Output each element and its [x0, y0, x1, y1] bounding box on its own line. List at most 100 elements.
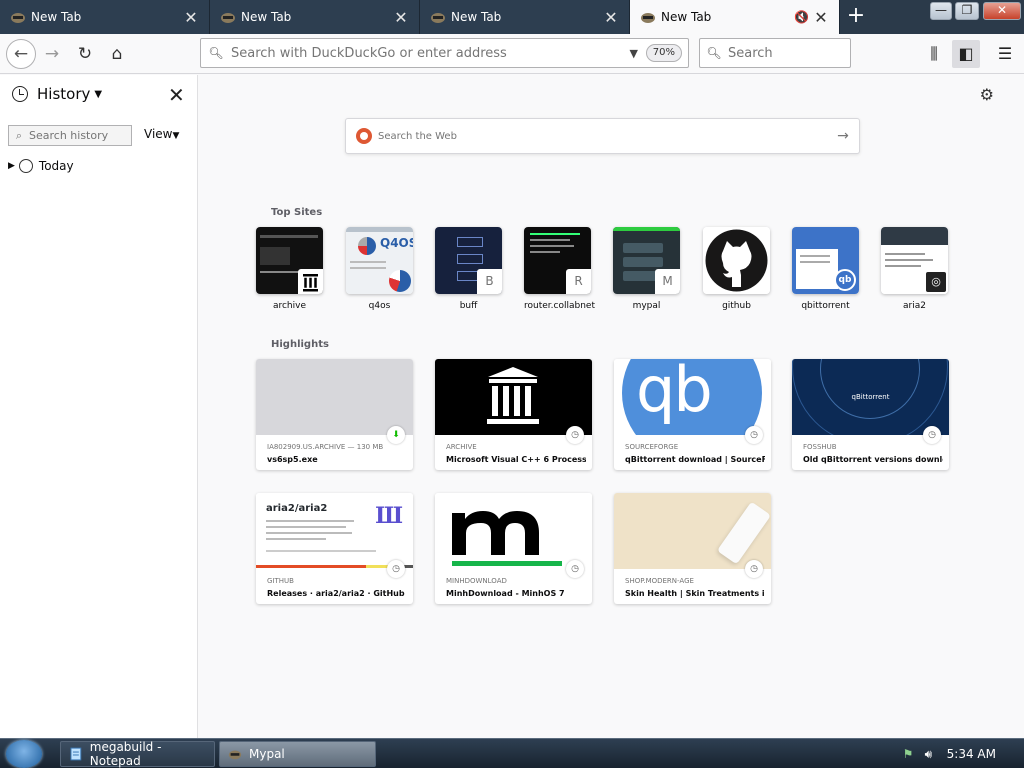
history-sidebar: History ▼ ✕ ⌕ View▼ ▶ Today: [0, 75, 198, 738]
tab-3[interactable]: New Tab ✕: [420, 0, 630, 34]
sidebar-toggle-icon[interactable]: ◧: [952, 40, 980, 68]
taskbar-item-mypal[interactable]: Mypal: [219, 741, 376, 767]
address-bar[interactable]: 🔍︎ ▼ 70%: [200, 38, 689, 68]
highlight-title: qBittorrent download | SourceFor...: [625, 455, 765, 464]
history-search-box[interactable]: ⌕: [8, 125, 132, 146]
site-letter: M: [655, 269, 680, 294]
qbittorrent-logo-text: qb: [636, 359, 713, 426]
new-tab-button[interactable]: +: [843, 4, 869, 30]
site-thumbnail: M: [613, 227, 680, 294]
highlight-title: Old qBittorrent versions download: [803, 455, 943, 464]
reload-button[interactable]: ↻: [71, 40, 99, 68]
maximize-button[interactable]: ❐: [955, 2, 979, 20]
site-label: router.collabnet: [524, 301, 595, 311]
start-button[interactable]: [6, 740, 42, 768]
top-sites-heading: Top Sites: [271, 207, 323, 218]
forward-button[interactable]: →: [38, 40, 66, 68]
site-label: buff: [459, 301, 478, 311]
highlight-title: Releases · aria2/aria2 · GitHub: [267, 589, 405, 598]
tab-close-button[interactable]: ✕: [601, 8, 621, 27]
site-letter: B: [477, 269, 502, 294]
tab-close-button[interactable]: ✕: [391, 8, 411, 27]
top-site-buff[interactable]: B buff: [435, 227, 502, 311]
sidebar-header[interactable]: History ▼: [12, 85, 102, 103]
highlight-card[interactable]: qb ◷ SOURCEFORGE qBittorrent download | …: [614, 359, 771, 470]
qbittorrent-logo-text: qBittorrent: [851, 393, 890, 401]
zoom-level-badge[interactable]: 70%: [645, 44, 682, 62]
tab-title: New Tab: [661, 10, 712, 24]
navigation-toolbar: ← → ↻ ⌂ 🔍︎ ▼ 70% 🔍︎ ⫼ ◧ ☰: [0, 34, 1024, 74]
site-label: mypal: [632, 301, 661, 311]
taskbar-item-notepad[interactable]: megabuild - Notepad: [60, 740, 215, 768]
highlights-heading: Highlights: [271, 339, 329, 350]
highlight-image: qb: [614, 359, 771, 435]
tab-1[interactable]: New Tab ✕: [0, 0, 210, 34]
tab-title: New Tab: [31, 10, 82, 24]
back-button[interactable]: ←: [6, 39, 36, 69]
history-group-label: Today: [38, 159, 74, 173]
highlight-image: [435, 493, 592, 569]
close-window-button[interactable]: ✕: [983, 2, 1021, 20]
highlight-card[interactable]: ◷ MINHDOWNLOAD MinhDownload - MinhOS 7: [435, 493, 592, 604]
highlight-card[interactable]: ◷ SHOP.MODERN-AGE Skin Health | Skin Tre…: [614, 493, 771, 604]
highlight-image: qBittorrent: [792, 359, 949, 435]
highlight-title: MinhDownload - MinhOS 7: [446, 589, 565, 598]
view-label: View: [144, 127, 173, 141]
top-site-router-collabnet[interactable]: R router.collabnet: [524, 227, 595, 311]
search-bar[interactable]: 🔍︎: [699, 38, 851, 68]
search-input[interactable]: [728, 45, 850, 61]
download-icon: ⬇: [387, 426, 405, 444]
view-menu-button[interactable]: View▼: [144, 127, 179, 141]
library-icon[interactable]: ⫼: [920, 40, 948, 68]
highlight-card[interactable]: qBittorrent ◷ FOSSHUB Old qBittorrent ve…: [792, 359, 949, 470]
address-input[interactable]: [231, 45, 622, 61]
system-tray: ⚑ 🔊︎ 5:34 AM: [903, 739, 1024, 768]
tab-2[interactable]: New Tab ✕: [210, 0, 420, 34]
raccoon-favicon-icon: [228, 750, 242, 760]
mute-tab-icon[interactable]: 🔇: [794, 10, 809, 24]
volume-icon[interactable]: 🔊︎: [925, 747, 939, 761]
history-group-today[interactable]: ▶ Today: [8, 159, 74, 173]
search-icon: 🔍︎: [208, 46, 224, 60]
site-thumbnail: Q4OS: [346, 227, 413, 294]
hamburger-menu-icon[interactable]: ☰: [991, 40, 1019, 68]
chevron-down-icon[interactable]: ▼: [622, 47, 646, 60]
raccoon-favicon-icon: [641, 13, 655, 23]
history-search-input[interactable]: [29, 129, 127, 142]
aria2-repo-heading: aria2/aria2: [266, 503, 328, 514]
search-icon: ⌕: [15, 128, 23, 142]
archive-org-icon: [303, 274, 318, 292]
web-search-input[interactable]: [378, 130, 827, 142]
top-site-aria2[interactable]: ◎ aria2: [881, 227, 948, 311]
top-site-archive[interactable]: archive: [256, 227, 323, 311]
clock[interactable]: 5:34 AM: [947, 747, 996, 761]
tab-close-button[interactable]: ✕: [181, 8, 201, 27]
close-sidebar-button[interactable]: ✕: [168, 83, 185, 107]
top-site-qbittorrent[interactable]: qb qbittorrent: [792, 227, 859, 311]
top-site-mypal[interactable]: M mypal: [613, 227, 680, 311]
taskbar-item-label: Mypal: [249, 747, 285, 761]
gear-icon[interactable]: ⚙: [980, 85, 994, 104]
top-site-github[interactable]: github: [703, 227, 770, 311]
duckduckgo-icon: [356, 128, 372, 144]
minimize-button[interactable]: —: [930, 2, 952, 20]
highlight-card[interactable]: ⬇ IA802909.US.ARCHIVE — 130 MB vs6sp5.ex…: [256, 359, 413, 470]
highlight-card[interactable]: ◷ ARCHIVE Microsoft Visual C++ 6 Process…: [435, 359, 592, 470]
site-label: github: [722, 301, 751, 311]
highlight-card[interactable]: aria2/aria2 Ш ◷ GITHUB Releases · aria2/…: [256, 493, 413, 604]
twisty-right-icon[interactable]: ▶: [8, 161, 15, 171]
arrow-right-icon[interactable]: →: [827, 128, 859, 144]
tab-4-active[interactable]: New Tab 🔇 ✕: [630, 0, 840, 34]
minhdownload-logo-icon: [452, 511, 562, 566]
history-icon: ◷: [745, 426, 763, 444]
history-icon: ◷: [566, 560, 584, 578]
site-thumbnail: qb: [792, 227, 859, 294]
network-icon[interactable]: ⚑: [903, 747, 917, 761]
home-button[interactable]: ⌂: [103, 40, 131, 68]
tab-close-button[interactable]: ✕: [811, 8, 831, 27]
raccoon-favicon-icon: [221, 13, 235, 23]
web-search-box[interactable]: →: [345, 118, 860, 154]
site-thumbnail: ◎: [881, 227, 948, 294]
top-site-q4os[interactable]: Q4OS q4os: [346, 227, 413, 311]
site-thumbnail: [256, 227, 323, 294]
